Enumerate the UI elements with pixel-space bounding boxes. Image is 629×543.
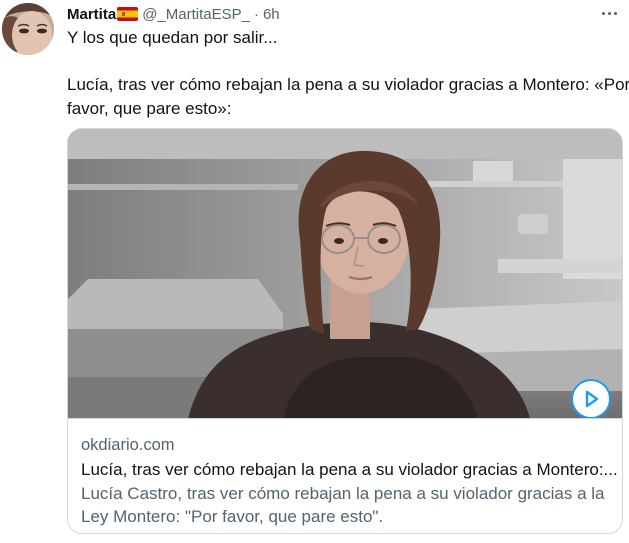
display-name[interactable]: Martita [67,6,116,23]
tweet-text-line: favor, que pare esto»: [67,99,232,118]
card-thumbnail[interactable] [68,129,622,419]
card-description: Lucía Castro, tras ver cómo rebajan la p… [81,484,605,503]
separator-dot: · [253,5,259,23]
card-description: Ley Montero: "Por favor, que pare esto". [81,507,384,526]
link-card[interactable]: okdiario.com Lucía, tras ver cómo rebaja… [67,128,623,534]
timestamp[interactable]: 6h [263,6,280,23]
avatar-image [2,3,54,55]
video-still-image [68,129,622,418]
user-handle[interactable]: @_MartitaESP_ [142,6,250,23]
play-icon[interactable] [571,379,611,418]
tweet-text-line: Lucía, tras ver cómo rebajan la pena a s… [67,75,629,94]
tweet-header: Martita @_MartitaESP_ · 6h [67,4,280,24]
tweet-text-line: Y los que quedan por salir... [67,28,278,47]
spain-flag-icon [117,7,139,21]
tweet[interactable]: Martita @_MartitaESP_ · 6h Y los que que… [0,0,629,543]
avatar[interactable] [2,3,54,55]
more-horizontal-icon[interactable] [596,3,622,23]
card-domain: okdiario.com [81,436,175,454]
card-title: Lucía, tras ver cómo rebajan la pena a s… [81,460,618,479]
